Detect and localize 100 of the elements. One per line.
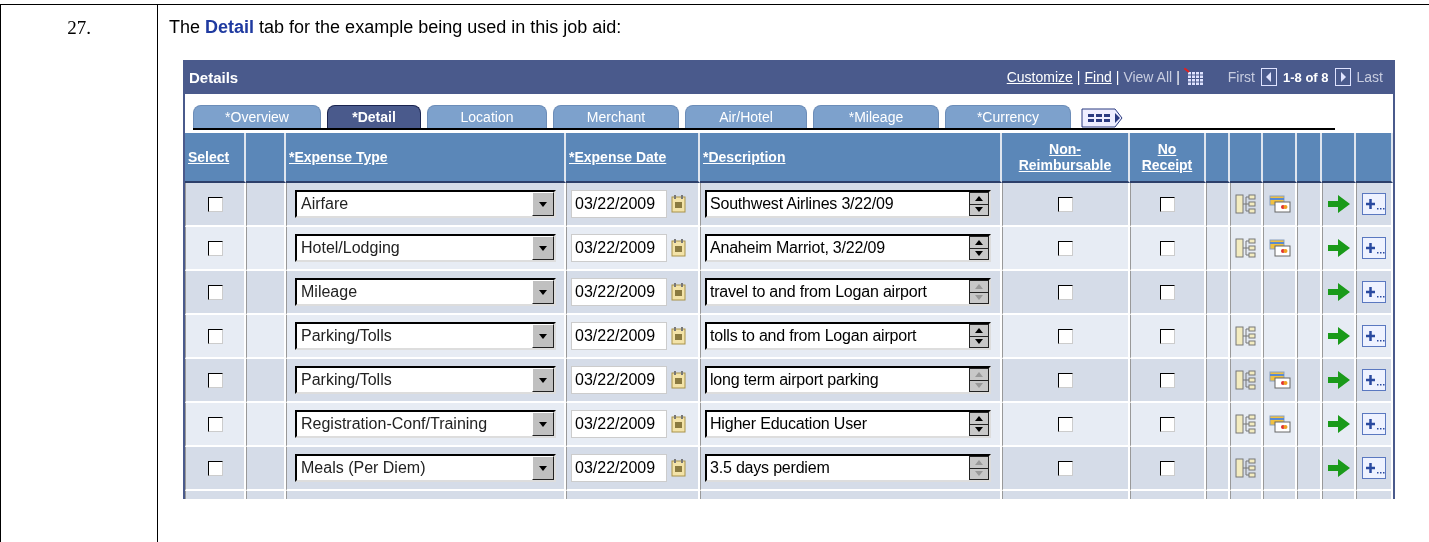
checkbox[interactable]: [207, 240, 223, 256]
checkbox[interactable]: [1160, 284, 1175, 300]
grid-icon[interactable]: [1183, 68, 1204, 86]
column-header[interactable]: *Expense Date: [569, 149, 667, 165]
checkbox[interactable]: [1160, 328, 1175, 344]
card-icon[interactable]: [1268, 195, 1291, 213]
checkbox[interactable]: [1160, 416, 1175, 432]
arrow-icon[interactable]: [1327, 239, 1350, 257]
dropdown-button[interactable]: [532, 368, 554, 392]
tab[interactable]: *Detail: [327, 105, 421, 128]
checkbox[interactable]: [1058, 284, 1073, 300]
scroll-arrows[interactable]: [969, 456, 989, 480]
expense-type-dropdown[interactable]: Parking/Tolls: [295, 366, 556, 394]
checkbox[interactable]: [1058, 416, 1073, 432]
expense-type-dropdown[interactable]: Airfare: [295, 190, 556, 218]
calendar-icon[interactable]: [671, 371, 686, 389]
column-header[interactable]: Select: [188, 149, 230, 165]
dropdown-button[interactable]: [532, 280, 554, 304]
arrow-icon[interactable]: [1327, 327, 1350, 345]
checkbox[interactable]: [1058, 372, 1073, 388]
date-field[interactable]: 03/22/2009: [571, 234, 667, 262]
expense-type-dropdown[interactable]: Hotel/Lodging: [295, 234, 556, 262]
header-link[interactable]: Find: [1084, 69, 1112, 85]
card-icon[interactable]: [1268, 371, 1291, 389]
date-field[interactable]: 03/22/2009: [571, 322, 667, 350]
tree-icon[interactable]: [1235, 194, 1257, 214]
arrow-icon[interactable]: [1327, 283, 1350, 301]
calendar-icon[interactable]: [671, 239, 686, 257]
checkbox[interactable]: [1058, 328, 1073, 344]
add-row-icon[interactable]: [1362, 281, 1386, 303]
dropdown-button[interactable]: [532, 412, 554, 436]
previous-icon[interactable]: [1261, 68, 1277, 86]
scroll-arrows[interactable]: [969, 192, 989, 216]
date-field[interactable]: 03/22/2009: [571, 366, 667, 394]
tree-icon[interactable]: [1235, 326, 1257, 346]
tree-icon[interactable]: [1235, 370, 1257, 390]
expense-type-dropdown[interactable]: Mileage: [295, 278, 556, 306]
checkbox[interactable]: [1160, 372, 1175, 388]
column-header[interactable]: *Description: [703, 149, 786, 165]
calendar-icon[interactable]: [671, 459, 686, 477]
description-field[interactable]: travel to and from Logan airport: [705, 278, 991, 306]
expense-type-dropdown[interactable]: Meals (Per Diem): [295, 454, 556, 482]
add-row-icon[interactable]: [1362, 237, 1386, 259]
checkbox[interactable]: [207, 284, 223, 300]
header-link[interactable]: Customize: [1006, 69, 1073, 85]
column-header[interactable]: Non-Reimbursable: [1010, 141, 1120, 173]
tree-icon[interactable]: [1235, 458, 1257, 478]
add-row-icon[interactable]: [1362, 369, 1386, 391]
checkbox[interactable]: [1160, 196, 1175, 212]
dropdown-button[interactable]: [532, 192, 554, 216]
dropdown-button[interactable]: [532, 456, 554, 480]
calendar-icon[interactable]: [671, 195, 686, 213]
calendar-icon[interactable]: [671, 415, 686, 433]
first-link[interactable]: First: [1227, 69, 1255, 85]
last-link[interactable]: Last: [1356, 69, 1383, 85]
dropdown-button[interactable]: [532, 324, 554, 348]
scroll-arrows[interactable]: [969, 324, 989, 348]
card-icon[interactable]: [1268, 239, 1291, 257]
dropdown-button[interactable]: [532, 236, 554, 260]
checkbox[interactable]: [1160, 460, 1175, 476]
column-header[interactable]: *Expense Type: [289, 149, 388, 165]
description-field[interactable]: tolls to and from Logan airport: [705, 322, 991, 350]
checkbox[interactable]: [207, 416, 223, 432]
tree-icon[interactable]: [1235, 414, 1257, 434]
checkbox[interactable]: [1058, 240, 1073, 256]
description-field[interactable]: Higher Education User: [705, 410, 991, 438]
scroll-arrows[interactable]: [969, 236, 989, 260]
date-field[interactable]: 03/22/2009: [571, 190, 667, 218]
arrow-icon[interactable]: [1327, 195, 1350, 213]
calendar-icon[interactable]: [671, 327, 686, 345]
calendar-icon[interactable]: [671, 283, 686, 301]
arrow-icon[interactable]: [1327, 371, 1350, 389]
expense-type-dropdown[interactable]: Registration-Conf/Training: [295, 410, 556, 438]
next-icon[interactable]: [1334, 68, 1351, 86]
checkbox[interactable]: [207, 196, 223, 212]
column-header[interactable]: No Receipt: [1137, 141, 1197, 173]
scroll-arrows[interactable]: [969, 368, 989, 392]
description-field[interactable]: long term airport parking: [705, 366, 991, 394]
description-field[interactable]: Anaheim Marriot, 3/22/09: [705, 234, 991, 262]
checkbox[interactable]: [207, 460, 223, 476]
scroll-arrows[interactable]: [969, 280, 989, 304]
checkbox[interactable]: [207, 372, 223, 388]
checkbox[interactable]: [207, 328, 223, 344]
arrow-icon[interactable]: [1327, 415, 1350, 433]
add-row-icon[interactable]: [1362, 413, 1386, 435]
date-field[interactable]: 03/22/2009: [571, 454, 667, 482]
expense-type-dropdown[interactable]: Parking/Tolls: [295, 322, 556, 350]
date-field[interactable]: 03/22/2009: [571, 278, 667, 306]
description-field[interactable]: 3.5 days perdiem: [705, 454, 991, 482]
tab-menu-icon[interactable]: [1081, 108, 1123, 128]
date-field[interactable]: 03/22/2009: [571, 410, 667, 438]
tree-icon[interactable]: [1235, 238, 1257, 258]
scroll-arrows[interactable]: [969, 412, 989, 436]
add-row-icon[interactable]: [1362, 193, 1386, 215]
checkbox[interactable]: [1058, 196, 1073, 212]
arrow-icon[interactable]: [1327, 459, 1350, 477]
card-icon[interactable]: [1268, 415, 1291, 433]
checkbox[interactable]: [1160, 240, 1175, 256]
add-row-icon[interactable]: [1362, 457, 1386, 479]
description-field[interactable]: Southwest Airlines 3/22/09: [705, 190, 991, 218]
